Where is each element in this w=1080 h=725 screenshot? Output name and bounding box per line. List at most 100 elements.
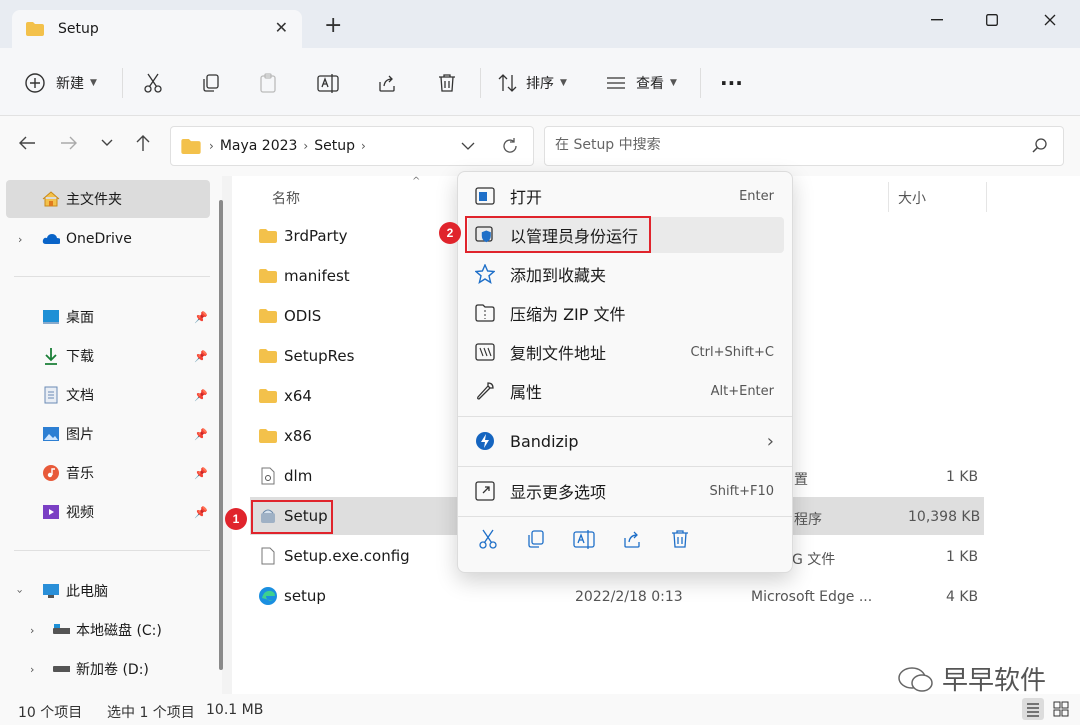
- expand-chevron-icon[interactable]: ›: [30, 624, 34, 637]
- rename-icon[interactable]: [572, 527, 596, 551]
- drive-icon: [52, 621, 70, 639]
- cut-button[interactable]: [142, 68, 164, 98]
- navigation-row: › Maya 2023 › Setup ›: [0, 116, 1080, 176]
- watermark-text: 早早软件: [942, 666, 1047, 696]
- navigation-pane: 主文件夹 › OneDrive 桌面 📌 下载 📌 文档 📌 图片 📌 音乐 📌…: [0, 176, 222, 694]
- file-name: x64: [284, 387, 312, 405]
- divider: [480, 68, 481, 98]
- details-view-button[interactable]: [1022, 698, 1044, 720]
- menu-item-add-to-favorites[interactable]: 添加到收藏夹: [468, 256, 784, 292]
- close-window-button[interactable]: [1035, 8, 1065, 32]
- file-name: setup: [284, 587, 326, 605]
- paste-button[interactable]: [258, 68, 280, 98]
- refresh-icon[interactable]: [501, 137, 519, 155]
- scissors-icon[interactable]: [476, 527, 500, 551]
- pin-icon[interactable]: 📌: [194, 389, 208, 402]
- desktop-icon: [42, 308, 60, 326]
- menu-item-label: 添加到收藏夹: [510, 266, 607, 285]
- folder-icon: [258, 267, 278, 285]
- copy-path-icon: [474, 341, 496, 363]
- address-bar[interactable]: › Maya 2023 › Setup ›: [170, 126, 534, 166]
- up-arrow-icon[interactable]: [134, 134, 152, 157]
- copy-icon[interactable]: [524, 527, 548, 551]
- sidebar-item-pictures[interactable]: 图片 📌: [0, 415, 214, 453]
- rename-button[interactable]: [316, 68, 340, 98]
- status-bar: 10 个项目 选中 1 个项目 10.1 MB: [0, 694, 1080, 725]
- file-icon: [258, 547, 278, 565]
- breadcrumb-separator-icon: ›: [209, 139, 214, 153]
- sidebar-item-home[interactable]: 主文件夹: [6, 180, 210, 218]
- sort-ascending-icon: ^: [412, 176, 421, 187]
- divider: [122, 68, 123, 98]
- search-input[interactable]: [555, 137, 1015, 153]
- minimize-button[interactable]: [922, 8, 952, 32]
- new-tab-button[interactable]: +: [324, 15, 342, 37]
- view-label: 查看: [636, 76, 664, 92]
- tiles-view-button[interactable]: [1050, 698, 1072, 720]
- pin-icon[interactable]: 📌: [194, 467, 208, 480]
- sidebar-item-label: OneDrive: [66, 231, 132, 247]
- new-label: 新建: [56, 76, 84, 92]
- breadcrumb-separator-icon: ›: [360, 139, 366, 153]
- submenu-chevron-icon: ›: [766, 430, 774, 452]
- menu-item-copy-path[interactable]: 复制文件地址 Ctrl+Shift+C: [468, 334, 784, 370]
- sidebar-item-drive-c[interactable]: › 本地磁盘 (C:): [0, 611, 214, 649]
- sidebar-item-downloads[interactable]: 下载 📌: [0, 337, 214, 375]
- file-name: dlm: [284, 467, 313, 485]
- view-button[interactable]: 查看 ▼: [606, 68, 677, 98]
- recent-chevron-icon[interactable]: [100, 134, 114, 157]
- pin-icon[interactable]: 📌: [194, 350, 208, 363]
- sidebar-item-desktop[interactable]: 桌面 📌: [0, 298, 214, 336]
- sidebar-item-videos[interactable]: 视频 📌: [0, 493, 214, 531]
- sort-label: 排序: [526, 76, 554, 92]
- tab-close-icon[interactable]: ✕: [275, 18, 288, 37]
- breadcrumb-setup[interactable]: Setup: [314, 138, 355, 154]
- share-icon[interactable]: [620, 527, 644, 551]
- pictures-icon: [42, 425, 60, 443]
- file-type: 程序: [794, 512, 822, 528]
- sidebar-item-onedrive[interactable]: › OneDrive: [0, 220, 214, 258]
- expand-chevron-icon[interactable]: ›: [18, 233, 22, 246]
- delete-button[interactable]: [436, 68, 458, 98]
- address-history-chevron-icon[interactable]: [461, 141, 475, 151]
- more-options-icon: [474, 480, 496, 502]
- tab-setup[interactable]: Setup ✕: [12, 10, 302, 48]
- search-box[interactable]: [544, 126, 1064, 166]
- sort-button[interactable]: 排序 ▼: [498, 68, 567, 98]
- share-button[interactable]: [376, 68, 398, 98]
- sidebar-item-documents[interactable]: 文档 📌: [0, 376, 214, 414]
- column-divider[interactable]: [986, 182, 987, 212]
- expand-chevron-icon[interactable]: ›: [14, 589, 27, 593]
- sidebar-item-music[interactable]: 音乐 📌: [0, 454, 214, 492]
- file-size: 1 KB: [946, 469, 979, 485]
- pin-icon[interactable]: 📌: [194, 311, 208, 324]
- add-circle-icon: [25, 73, 45, 93]
- column-header-name[interactable]: 名称: [272, 188, 300, 208]
- file-date: 2022/2/18 0:13: [575, 589, 683, 605]
- breadcrumb-maya-2023[interactable]: Maya 2023: [220, 138, 298, 154]
- expand-chevron-icon[interactable]: ›: [30, 663, 34, 676]
- column-header-size[interactable]: 大小: [898, 188, 926, 208]
- search-icon[interactable]: [1031, 137, 1049, 155]
- menu-item-compress-zip[interactable]: 压缩为 ZIP 文件: [468, 295, 784, 331]
- trash-icon[interactable]: [668, 527, 692, 551]
- chevron-down-icon: ▼: [670, 78, 677, 88]
- more-button[interactable]: ···: [720, 68, 743, 98]
- menu-item-bandizip[interactable]: Bandizip ›: [468, 423, 784, 459]
- pin-icon[interactable]: 📌: [194, 428, 208, 441]
- forward-arrow-icon[interactable]: [60, 134, 78, 157]
- column-divider[interactable]: [888, 182, 889, 212]
- sidebar-scrollbar[interactable]: [219, 200, 223, 670]
- sidebar-item-drive-d[interactable]: › 新加卷 (D:): [0, 650, 214, 688]
- menu-item-open[interactable]: 打开 Enter: [468, 178, 784, 214]
- sidebar-item-this-pc[interactable]: › 此电脑: [0, 572, 214, 610]
- menu-item-properties[interactable]: 属性 Alt+Enter: [468, 373, 784, 409]
- copy-button[interactable]: [200, 68, 222, 98]
- new-button[interactable]: 新建 ▼: [24, 68, 97, 98]
- video-icon: [42, 503, 60, 521]
- back-arrow-icon[interactable]: [18, 134, 36, 157]
- maximize-button[interactable]: [977, 8, 1007, 32]
- pin-icon[interactable]: 📌: [194, 506, 208, 519]
- title-bar: Setup ✕ +: [0, 0, 1080, 48]
- menu-item-show-more-options[interactable]: 显示更多选项 Shift+F10: [468, 473, 784, 509]
